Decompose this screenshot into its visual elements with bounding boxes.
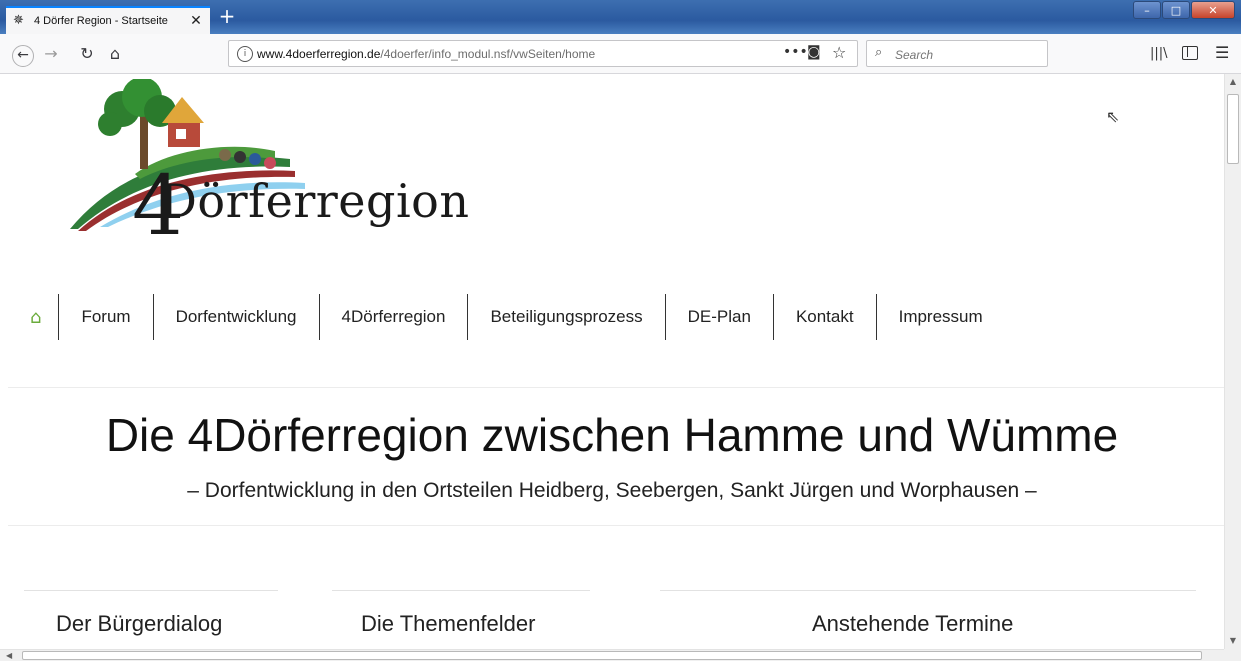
sidebar-icon[interactable] [1182, 46, 1198, 60]
divider [8, 525, 1224, 526]
browser-toolbar: ← → ↻ ⌂ i www.4doerferregion.de/4doerfer… [0, 34, 1241, 74]
browser-tab[interactable]: ✵ 4 Dörfer Region - Startseite ✕ [6, 6, 210, 34]
url-text[interactable]: www.4doerferregion.de/4doerfer/info_modu… [257, 47, 595, 61]
search-box[interactable]: ⌕ [866, 40, 1048, 67]
vertical-scrollbar[interactable]: ▲ ▼ [1224, 74, 1241, 649]
horizontal-scroll-thumb[interactable] [22, 651, 1202, 660]
column-divider [332, 590, 590, 591]
site-favicon-icon: ✵ [13, 13, 24, 28]
window-controls: – □ ✕ [1132, 1, 1235, 19]
window-titlebar: ✵ 4 Dörfer Region - Startseite ✕ + – □ ✕ [0, 0, 1241, 34]
address-bar[interactable]: i www.4doerferregion.de/4doerfer/info_mo… [228, 40, 858, 67]
scroll-left-icon[interactable]: ◀ [6, 650, 12, 662]
mouse-cursor-icon: ⇖ [1106, 107, 1120, 126]
column-divider [660, 590, 1196, 591]
home-button[interactable]: ⌂ [104, 43, 126, 65]
bookmark-star-icon[interactable]: ☆ [832, 43, 846, 62]
scroll-up-icon[interactable]: ▲ [1225, 74, 1241, 90]
nav-item-de-plan[interactable]: DE-Plan [664, 294, 773, 340]
minimize-button[interactable]: – [1133, 1, 1161, 19]
nav-item-kontakt[interactable]: Kontakt [772, 294, 876, 340]
horizontal-scrollbar[interactable]: ◀ [0, 649, 1224, 661]
nav-home-icon[interactable]: ⌂ [18, 294, 58, 340]
new-tab-button[interactable]: + [217, 6, 237, 28]
column-divider [24, 590, 278, 591]
scrollbar-corner [1224, 649, 1241, 661]
nav-item-beteiligungsprozess[interactable]: Beteiligungsprozess [467, 294, 664, 340]
column-title-themenfelder: Die Themenfelder [361, 611, 536, 636]
tab-title: 4 Dörfer Region - Startseite [34, 15, 168, 27]
column-title-buergerdialog: Der Bürgerdialog [56, 611, 223, 636]
site-logo[interactable] [60, 79, 520, 259]
search-input[interactable] [893, 45, 1037, 64]
page-subheadline: – Dorfentwicklung in den Ortsteilen Heid… [187, 479, 1037, 502]
menu-icon[interactable]: ☰ [1215, 43, 1229, 62]
divider [8, 387, 1224, 388]
nav-item-impressum[interactable]: Impressum [875, 294, 1005, 340]
web-page: 4 Dörferregion ⇖ ⌂ Forum Dorfentwicklung… [0, 74, 1224, 649]
logo-wordmark: Dörferregion [160, 174, 470, 228]
column-title-termine: Anstehende Termine [812, 611, 1014, 636]
library-icon[interactable]: |||\ [1150, 46, 1168, 61]
tab-close-icon[interactable]: ✕ [188, 13, 204, 29]
site-info-icon[interactable]: i [237, 46, 253, 62]
back-button[interactable]: ← [12, 45, 34, 67]
vertical-scroll-thumb[interactable] [1227, 94, 1239, 164]
pocket-icon[interactable]: ◙ [807, 44, 821, 60]
scroll-down-icon[interactable]: ▼ [1225, 633, 1241, 649]
reload-button[interactable]: ↻ [76, 43, 98, 65]
forward-button[interactable]: → [40, 43, 62, 65]
window-close-button[interactable]: ✕ [1191, 1, 1235, 19]
page-headline: Die 4Dörferregion zwischen Hamme und Wüm… [105, 409, 1119, 461]
main-navigation: ⌂ Forum Dorfentwicklung 4Dörferregion Be… [18, 294, 1005, 340]
search-icon: ⌕ [875, 45, 883, 60]
nav-item-dorfentwicklung[interactable]: Dorfentwicklung [152, 294, 319, 340]
nav-item-forum[interactable]: Forum [58, 294, 152, 340]
page-actions-icon[interactable]: ••• [783, 44, 808, 60]
maximize-button[interactable]: □ [1162, 1, 1190, 19]
nav-item-4doerferregion[interactable]: 4Dörferregion [318, 294, 468, 340]
